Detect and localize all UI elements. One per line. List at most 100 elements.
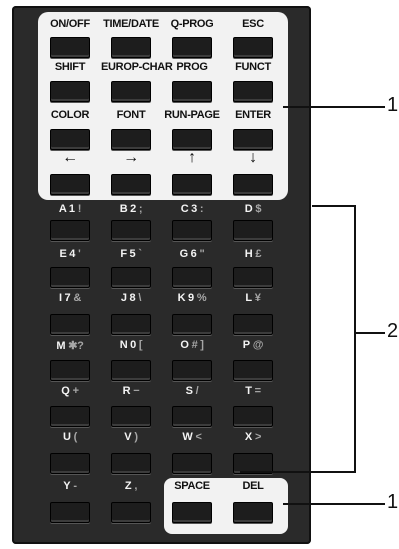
key-del[interactable] [233, 502, 273, 523]
key-y[interactable] [50, 502, 90, 523]
key-alt-symbol: $ [255, 203, 262, 215]
key-prog[interactable] [172, 81, 212, 102]
callout-2-label: 2 [387, 320, 399, 342]
key-alt-symbol: ' [78, 248, 81, 260]
key-space[interactable] [172, 502, 212, 523]
key-z[interactable] [111, 502, 151, 523]
key-label-e-4: E 4 ' [40, 248, 100, 260]
key-label-l: L ¥ [223, 292, 283, 304]
key-label-c-3: C 3: [162, 203, 222, 215]
key-arrow-down[interactable] [233, 174, 273, 195]
key-enter[interactable] [233, 129, 273, 150]
key-main-char: A 1 [58, 203, 75, 215]
key-main-char: J 8 [120, 292, 136, 304]
key-g-6[interactable] [172, 267, 212, 288]
key-a-1[interactable] [50, 220, 90, 241]
key-alt-symbol: + [72, 385, 79, 397]
key-label-m: M ✱? [40, 339, 100, 352]
key-esc[interactable] [233, 37, 273, 58]
key-label-q: Q + [40, 385, 100, 397]
key-main-char: K 9 [177, 292, 195, 304]
key-main-char: D [244, 203, 253, 215]
key-alt-symbol: @ [252, 339, 264, 351]
key-alt-symbol: < [195, 431, 202, 443]
key-main-char: Q [61, 385, 70, 397]
key-main-char: V [124, 431, 132, 443]
key-run-page[interactable] [172, 129, 212, 150]
key-q-prog[interactable] [172, 37, 212, 58]
arrow-left-icon: ← [62, 149, 78, 166]
key-main-char: U [62, 431, 71, 443]
key-main-char: L [245, 292, 252, 304]
key-label-x: X > [223, 431, 283, 443]
key-c-3[interactable] [172, 220, 212, 241]
key-k-9[interactable] [172, 314, 212, 335]
key-time-date[interactable] [111, 37, 151, 58]
key-f-5[interactable] [111, 267, 151, 288]
key-main-char: X [244, 431, 252, 443]
key-q[interactable] [50, 406, 90, 427]
key-main-char: M [56, 340, 66, 352]
key-main-char: B 2 [119, 203, 137, 215]
key-j-8[interactable] [111, 314, 151, 335]
key-label-funct: FUNCT [235, 61, 271, 73]
key-arrow-left[interactable] [50, 174, 90, 195]
key-alt-symbol: / [195, 385, 199, 397]
key-color[interactable] [50, 129, 90, 150]
key-label-esc: ESC [242, 18, 264, 30]
key-label-run-page: RUN-PAGE [164, 109, 220, 121]
key-main-char: T [245, 385, 252, 397]
key-label-time-date: TIME/DATE [103, 18, 159, 30]
key-europ-char[interactable] [111, 81, 151, 102]
key-label-y: Y- [40, 480, 100, 492]
key-alt-symbol: ! [77, 203, 82, 215]
key-funct[interactable] [233, 81, 273, 102]
key-label-k-9: K 9% [162, 292, 222, 304]
key-label-d: D $ [223, 203, 283, 215]
key-n-0[interactable] [111, 360, 151, 381]
callout-1-bottom-label: 1 [387, 491, 399, 513]
key-label-i-7: I 7 & [40, 292, 100, 304]
key-e-4[interactable] [50, 267, 90, 288]
key-label-enter: ENTER [235, 109, 271, 121]
key-u[interactable] [50, 453, 90, 474]
key-label-b-2: B 2; [101, 203, 161, 215]
key-alt-symbol: # ] [191, 339, 204, 351]
key-label-g-6: G 6 " [162, 248, 222, 260]
key-label-shift: SHIFT [54, 61, 86, 73]
key-h[interactable] [233, 267, 273, 288]
key-l[interactable] [233, 314, 273, 335]
key-arrow-up[interactable] [172, 174, 212, 195]
key-main-char: G 6 [179, 248, 197, 260]
key-main-char: C 3 [180, 203, 198, 215]
key-alt-symbol: − [133, 385, 140, 397]
key-main-char: H [244, 248, 253, 260]
key-b-2[interactable] [111, 220, 151, 241]
key-shift[interactable] [50, 81, 90, 102]
key-label-del: DEL [223, 480, 283, 492]
key-d[interactable] [233, 220, 273, 241]
key-main-char: DEL [242, 480, 264, 492]
key-label-w: W < [162, 431, 222, 443]
callout-1-top-label: 1 [387, 94, 399, 116]
key-label-f-5: F 5 ` [101, 248, 161, 260]
key-s[interactable] [172, 406, 212, 427]
callout-1-bottom-line [283, 503, 385, 505]
key-on-off[interactable] [50, 37, 90, 58]
key-label-p: P @ [223, 339, 283, 351]
key-o[interactable] [172, 360, 212, 381]
key-label-q-prog: Q-PROG [170, 18, 214, 30]
key-r[interactable] [111, 406, 151, 427]
key-m[interactable] [50, 360, 90, 381]
key-arrow-right[interactable] [111, 174, 151, 195]
key-p[interactable] [233, 360, 273, 381]
key-w[interactable] [172, 453, 212, 474]
key-t[interactable] [233, 406, 273, 427]
key-main-char: W [182, 431, 193, 443]
key-alt-symbol: & [73, 292, 81, 304]
key-font[interactable] [111, 129, 151, 150]
key-main-char: F 5 [120, 248, 136, 260]
key-i-7[interactable] [50, 314, 90, 335]
key-main-char: E 4 [59, 248, 76, 260]
key-v[interactable] [111, 453, 151, 474]
